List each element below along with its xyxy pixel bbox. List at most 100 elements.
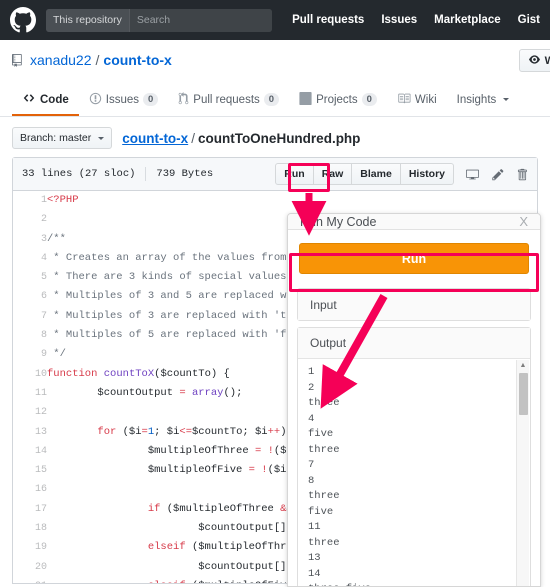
line-number[interactable]: 8 [13, 326, 47, 345]
modal-body: Run Input Output 1 2 three 4 five three … [288, 230, 540, 586]
line-number[interactable]: 17 [13, 500, 47, 519]
line-number[interactable]: 12 [13, 403, 47, 422]
run-button-wrap: Run [297, 239, 531, 282]
pull-requests-count: 0 [263, 92, 280, 107]
search-scope-label[interactable]: This repository [46, 8, 130, 32]
output-text: 1 2 three 4 five three 7 8 three five 11… [308, 366, 371, 586]
git-pull-request-icon [178, 91, 189, 108]
repo-separator: / [95, 52, 100, 68]
line-number[interactable]: 11 [13, 384, 47, 403]
history-button[interactable]: History [400, 163, 454, 185]
projects-count: 0 [361, 92, 377, 107]
desktop-icon[interactable] [465, 168, 480, 181]
scrollbar-thumb[interactable] [518, 373, 528, 415]
raw-button[interactable]: Raw [313, 163, 353, 185]
pencil-icon[interactable] [491, 168, 505, 181]
file-actions: Run Raw Blame History [275, 163, 528, 185]
run-my-code-modal: Run My Code X Run Input Output 1 2 three… [287, 213, 541, 587]
line-number[interactable]: 7 [13, 307, 47, 326]
run-button[interactable]: Run [275, 163, 314, 185]
tab-pull-requests[interactable]: Pull requests 0 [168, 85, 289, 116]
global-header: This repository Pull requests Issues Mar… [0, 0, 550, 40]
code-icon [22, 92, 36, 107]
file-size: 739 Bytes [156, 168, 214, 180]
issue-opened-icon [89, 92, 102, 108]
close-icon[interactable]: X [519, 214, 528, 229]
line-number[interactable]: 6 [13, 287, 47, 306]
repository-subnav: Code Issues 0 Pull requests 0 Projects 0… [0, 85, 550, 117]
line-number[interactable]: 13 [13, 423, 47, 442]
file-toolbar: 33 lines (27 sloc) 739 Bytes Run Raw Bla… [13, 158, 537, 191]
nav-marketplace[interactable]: Marketplace [434, 14, 500, 26]
github-file-view-page: This repository Pull requests Issues Mar… [0, 0, 550, 587]
search-input[interactable] [129, 8, 273, 32]
nav-gist[interactable]: Gist [518, 14, 540, 26]
nav-issues[interactable]: Issues [381, 14, 417, 26]
output-body[interactable]: 1 2 three 4 five three 7 8 three five 11… [298, 359, 530, 586]
line-number[interactable]: 2 [13, 210, 47, 229]
breadcrumb-repo-link[interactable]: count-to-x [122, 131, 188, 146]
book-icon [397, 92, 411, 108]
meta-divider [145, 167, 147, 181]
line-number[interactable]: 10 [13, 365, 47, 384]
tab-wiki[interactable]: Wiki [387, 85, 447, 116]
watch-button[interactable]: W [518, 49, 550, 72]
chevron-down-icon [503, 98, 510, 104]
tab-projects[interactable]: Projects 0 [289, 85, 387, 116]
branch-selector-label: Branch: master [20, 132, 92, 144]
line-number[interactable]: 20 [13, 558, 47, 577]
output-label: Output [298, 328, 530, 359]
line-number[interactable]: 1 [13, 191, 47, 210]
line-number[interactable]: 3 [13, 230, 47, 249]
project-icon [299, 91, 312, 108]
tab-insights[interactable]: Insights [447, 85, 520, 116]
blame-button[interactable]: Blame [352, 163, 401, 185]
file-lines: 33 lines (27 sloc) [22, 168, 136, 180]
code-line: 1 <?PHP [13, 191, 537, 210]
line-number[interactable]: 18 [13, 519, 47, 538]
file-path-row: Branch: master count-to-x / countToOneHund… [0, 117, 550, 157]
repo-owner-link[interactable]: xanadu22 [30, 52, 92, 68]
repository-header: xanadu22 / count-to-x W [0, 40, 550, 85]
line-number[interactable]: 9 [13, 345, 47, 364]
tab-issues[interactable]: Issues 0 [79, 85, 169, 116]
tab-issues-label: Issues [105, 93, 139, 106]
triangle-up-icon[interactable]: ▲ [520, 360, 527, 371]
input-panel[interactable]: Input [297, 288, 531, 321]
breadcrumb: count-to-x / countToOneHundred.php [122, 131, 360, 146]
line-number[interactable]: 5 [13, 268, 47, 287]
file-icon-actions [465, 168, 528, 181]
breadcrumb-filename: countToOneHundred.php [197, 130, 361, 146]
line-number[interactable]: 15 [13, 461, 47, 480]
repo-name-link[interactable]: count-to-x [103, 52, 171, 68]
line-number[interactable]: 21 [13, 577, 47, 583]
output-panel: Output 1 2 three 4 five three 7 8 three … [297, 327, 531, 586]
search-box[interactable]: This repository [46, 8, 273, 32]
line-number[interactable]: 19 [13, 538, 47, 557]
output-scrollbar[interactable]: ▲ ▼ [516, 360, 529, 586]
nav-pull-requests[interactable]: Pull requests [292, 14, 364, 26]
tab-wiki-label: Wiki [414, 93, 437, 106]
repo-icon [12, 53, 25, 67]
file-action-button-group: Run Raw Blame History [275, 163, 454, 185]
line-number[interactable]: 16 [13, 480, 47, 499]
line-number[interactable]: 4 [13, 249, 47, 268]
eye-icon [528, 54, 541, 68]
tab-pull-requests-label: Pull requests [193, 93, 260, 106]
github-mark-icon[interactable] [10, 7, 36, 33]
watch-label: W [544, 54, 550, 67]
tab-code-label: Code [40, 93, 69, 106]
tab-insights-label: Insights [456, 93, 497, 106]
modal-header: Run My Code X [288, 214, 540, 230]
breadcrumb-separator: / [191, 130, 195, 146]
trash-icon[interactable] [516, 168, 528, 181]
modal-title: Run My Code [300, 214, 377, 229]
global-nav: Pull requests Issues Marketplace Gist [292, 14, 540, 26]
chevron-down-icon [98, 136, 105, 143]
line-number[interactable]: 14 [13, 442, 47, 461]
line-content[interactable]: <?PHP [47, 191, 537, 210]
branch-selector-button[interactable]: Branch: master [12, 127, 113, 149]
tab-projects-label: Projects [316, 93, 358, 106]
tab-code[interactable]: Code [12, 85, 79, 116]
modal-run-button[interactable]: Run [299, 243, 529, 274]
